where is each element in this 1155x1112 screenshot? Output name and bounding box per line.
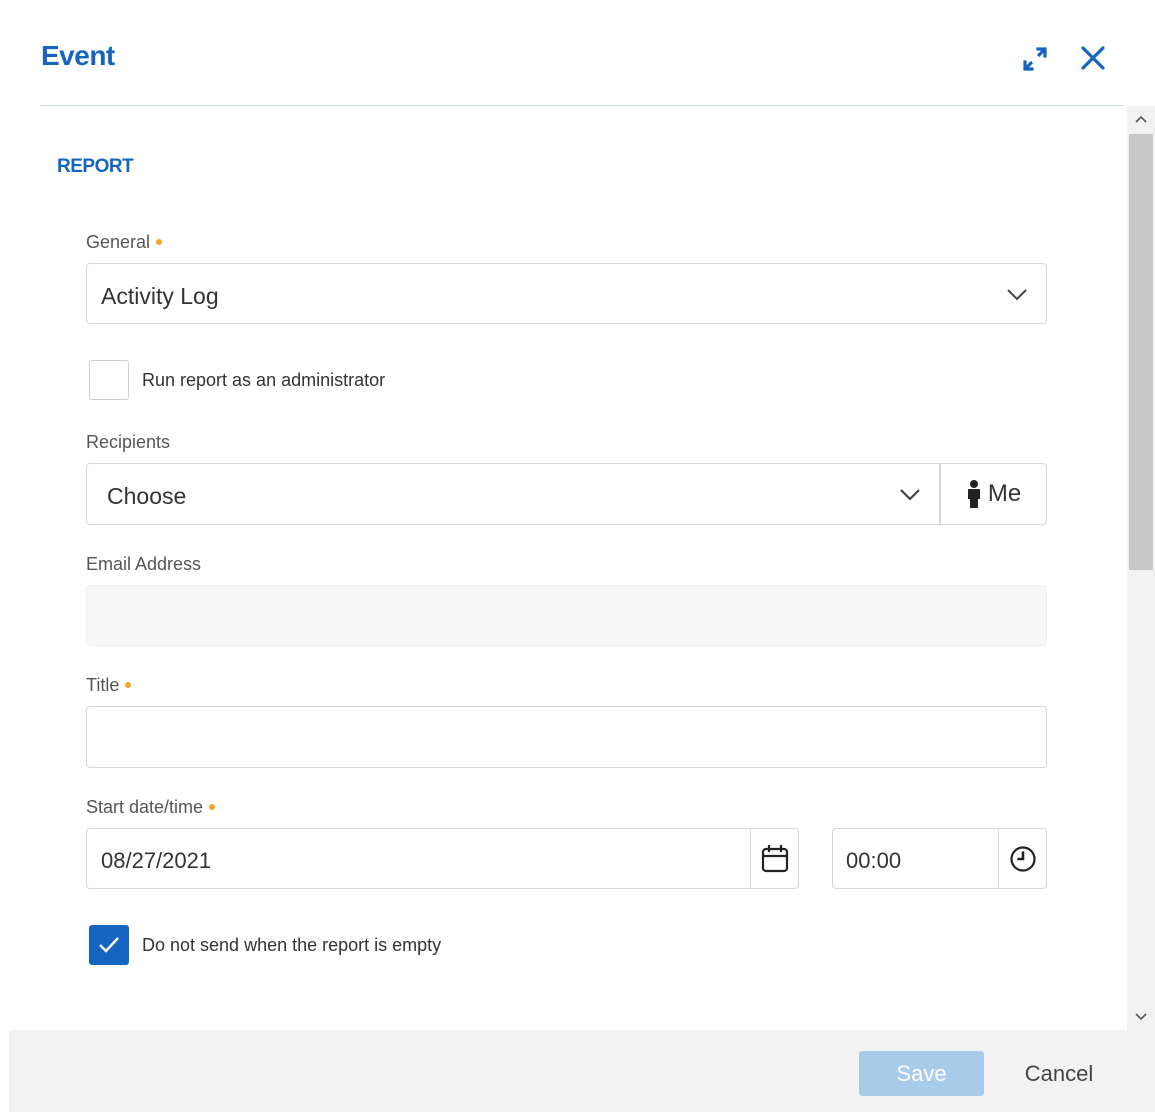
start-time-input[interactable]: 00:00 [832, 828, 999, 889]
start-time-value: 00:00 [846, 848, 902, 873]
expand-icon [1023, 47, 1047, 71]
vertical-scrollbar[interactable] [1127, 106, 1155, 1030]
title-input[interactable] [86, 706, 1047, 768]
general-label-text: General [86, 232, 151, 252]
run-as-admin-label: Run report as an administrator [142, 370, 386, 390]
start-datetime-label: Start date/time [86, 797, 216, 818]
start-date-input[interactable]: 08/27/2021 [86, 828, 751, 889]
general-select-value: Activity Log [101, 283, 219, 309]
general-label: General [86, 232, 163, 253]
dialog-header: Event [40, 0, 1124, 106]
dialog-title: Event [41, 40, 115, 71]
chevron-down-icon [1135, 1013, 1147, 1021]
email-field [86, 585, 1047, 646]
run-as-admin-checkbox[interactable] [89, 360, 129, 400]
section-title: REPORT [57, 156, 134, 177]
required-indicator [125, 682, 132, 689]
start-datetime-label-text: Start date/time [86, 797, 204, 817]
recipients-select-value: Choose [107, 483, 187, 509]
title-label: Title [86, 675, 132, 696]
time-picker-button[interactable] [998, 828, 1047, 889]
dialog-footer: Save Cancel [9, 1030, 1155, 1112]
me-button[interactable]: Me [940, 463, 1047, 525]
checkmark-icon [99, 937, 119, 953]
recipients-select[interactable]: Choose [86, 463, 940, 525]
email-label: Email Address [86, 554, 202, 574]
date-picker-button[interactable] [750, 828, 799, 889]
clock-icon [1009, 845, 1036, 872]
person-icon [967, 480, 980, 508]
chevron-down-icon [1007, 289, 1027, 301]
title-label-text: Title [86, 675, 120, 695]
save-button[interactable]: Save [859, 1051, 984, 1096]
event-dialog: Event REPORT General Activity Log Run re… [0, 0, 1155, 1112]
expand-button[interactable] [1018, 42, 1052, 76]
recipients-label: Recipients [86, 432, 171, 452]
close-button[interactable] [1076, 41, 1110, 75]
scroll-thumb[interactable] [1129, 134, 1153, 570]
chevron-up-icon [1135, 115, 1147, 123]
scroll-up-button[interactable] [1127, 106, 1155, 132]
calendar-icon [761, 844, 788, 872]
general-select[interactable]: Activity Log [86, 263, 1047, 324]
cancel-button[interactable]: Cancel [1009, 1051, 1109, 1096]
me-button-label: Me [987, 480, 1022, 507]
start-date-value: 08/27/2021 [101, 848, 212, 873]
chevron-down-icon [900, 489, 920, 501]
required-indicator [156, 239, 163, 246]
close-icon [1081, 46, 1105, 70]
skip-empty-label: Do not send when the report is empty [142, 935, 442, 955]
skip-empty-checkbox[interactable] [89, 925, 129, 965]
scroll-down-button[interactable] [1127, 1004, 1155, 1030]
required-indicator [209, 804, 216, 811]
